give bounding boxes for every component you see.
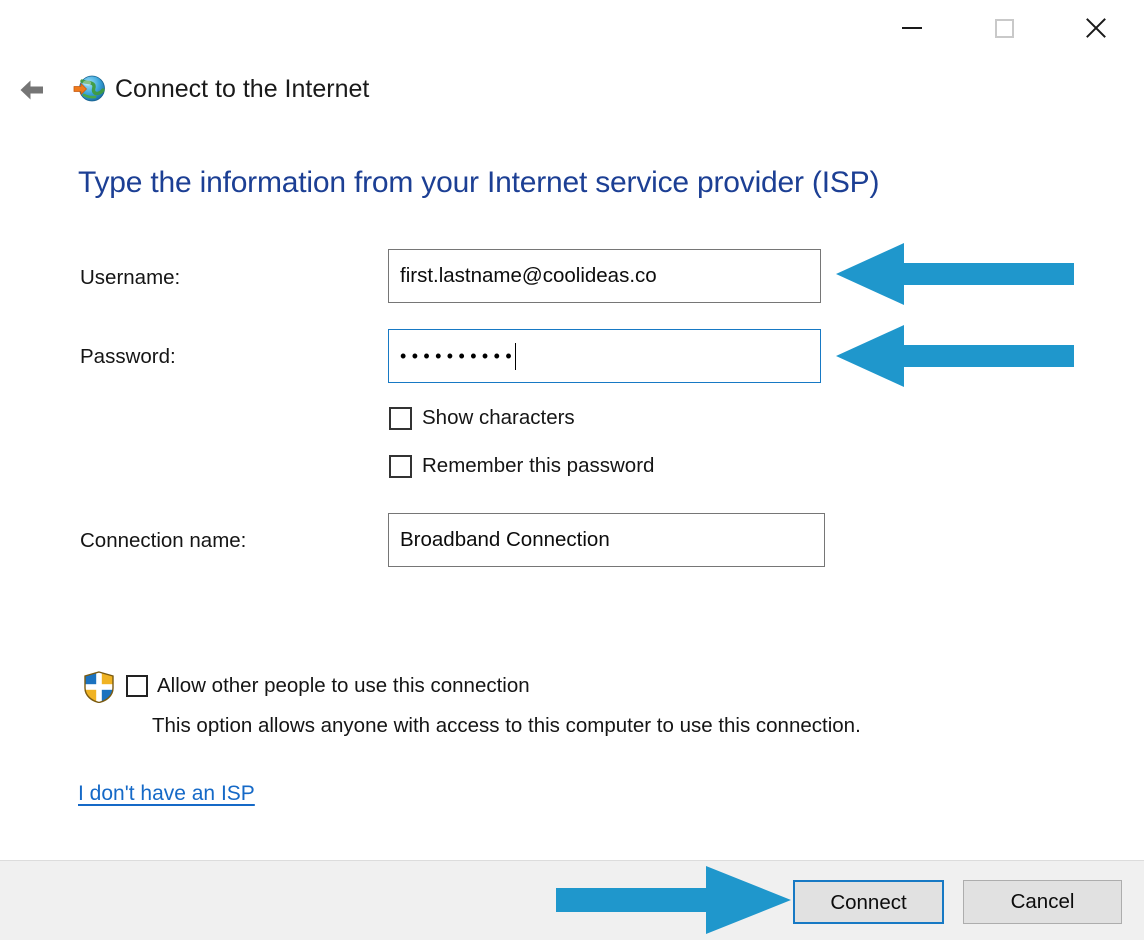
connection-name-value: Broadband Connection (400, 528, 610, 551)
arrow-password-annotation (836, 325, 1074, 387)
remember-password-label: Remember this password (422, 454, 655, 477)
connect-button[interactable]: Connect (793, 880, 944, 924)
uac-shield-icon (84, 671, 114, 704)
no-isp-link[interactable]: I don't have an ISP (78, 780, 255, 808)
close-icon (1084, 16, 1108, 40)
allow-others-label: Allow other people to use this connectio… (157, 674, 530, 697)
username-label: Username: (80, 266, 181, 289)
remember-password-checkbox[interactable]: Remember this password (389, 453, 654, 479)
dialog-header: Connect to the Internet (0, 66, 1144, 118)
connection-name-input[interactable]: Broadband Connection (388, 513, 825, 567)
maximize-icon (994, 18, 1014, 38)
back-arrow-icon (20, 80, 43, 100)
back-button[interactable] (14, 72, 50, 108)
text-caret (515, 342, 517, 370)
page-title: Type the information from your Internet … (78, 166, 880, 199)
internet-globe-icon (72, 72, 106, 106)
allow-others-checkbox[interactable]: Allow other people to use this connectio… (126, 673, 530, 699)
password-value: •••••••••• (400, 346, 518, 366)
checkbox-box (389, 454, 412, 478)
cancel-button[interactable]: Cancel (963, 880, 1122, 924)
show-characters-label: Show characters (422, 406, 575, 429)
connection-name-label: Connection name: (80, 529, 247, 552)
password-input[interactable]: •••••••••• (388, 329, 821, 383)
checkbox-box (126, 675, 148, 697)
show-characters-checkbox[interactable]: Show characters (389, 405, 575, 431)
minimize-icon (902, 27, 922, 29)
allow-others-description: This option allows anyone with access to… (152, 714, 861, 737)
minimize-button[interactable] (882, 0, 942, 56)
header-title: Connect to the Internet (115, 75, 370, 103)
username-input[interactable]: first.lastname@coolideas.co (388, 249, 821, 303)
close-button[interactable] (1066, 0, 1126, 56)
checkbox-box (389, 406, 412, 430)
maximize-button[interactable] (974, 0, 1034, 56)
arrow-username-annotation (836, 243, 1074, 305)
dialog-footer: Connect Cancel (0, 860, 1144, 940)
password-label: Password: (80, 345, 176, 368)
username-value: first.lastname@coolideas.co (400, 264, 657, 287)
title-bar (0, 0, 1144, 56)
